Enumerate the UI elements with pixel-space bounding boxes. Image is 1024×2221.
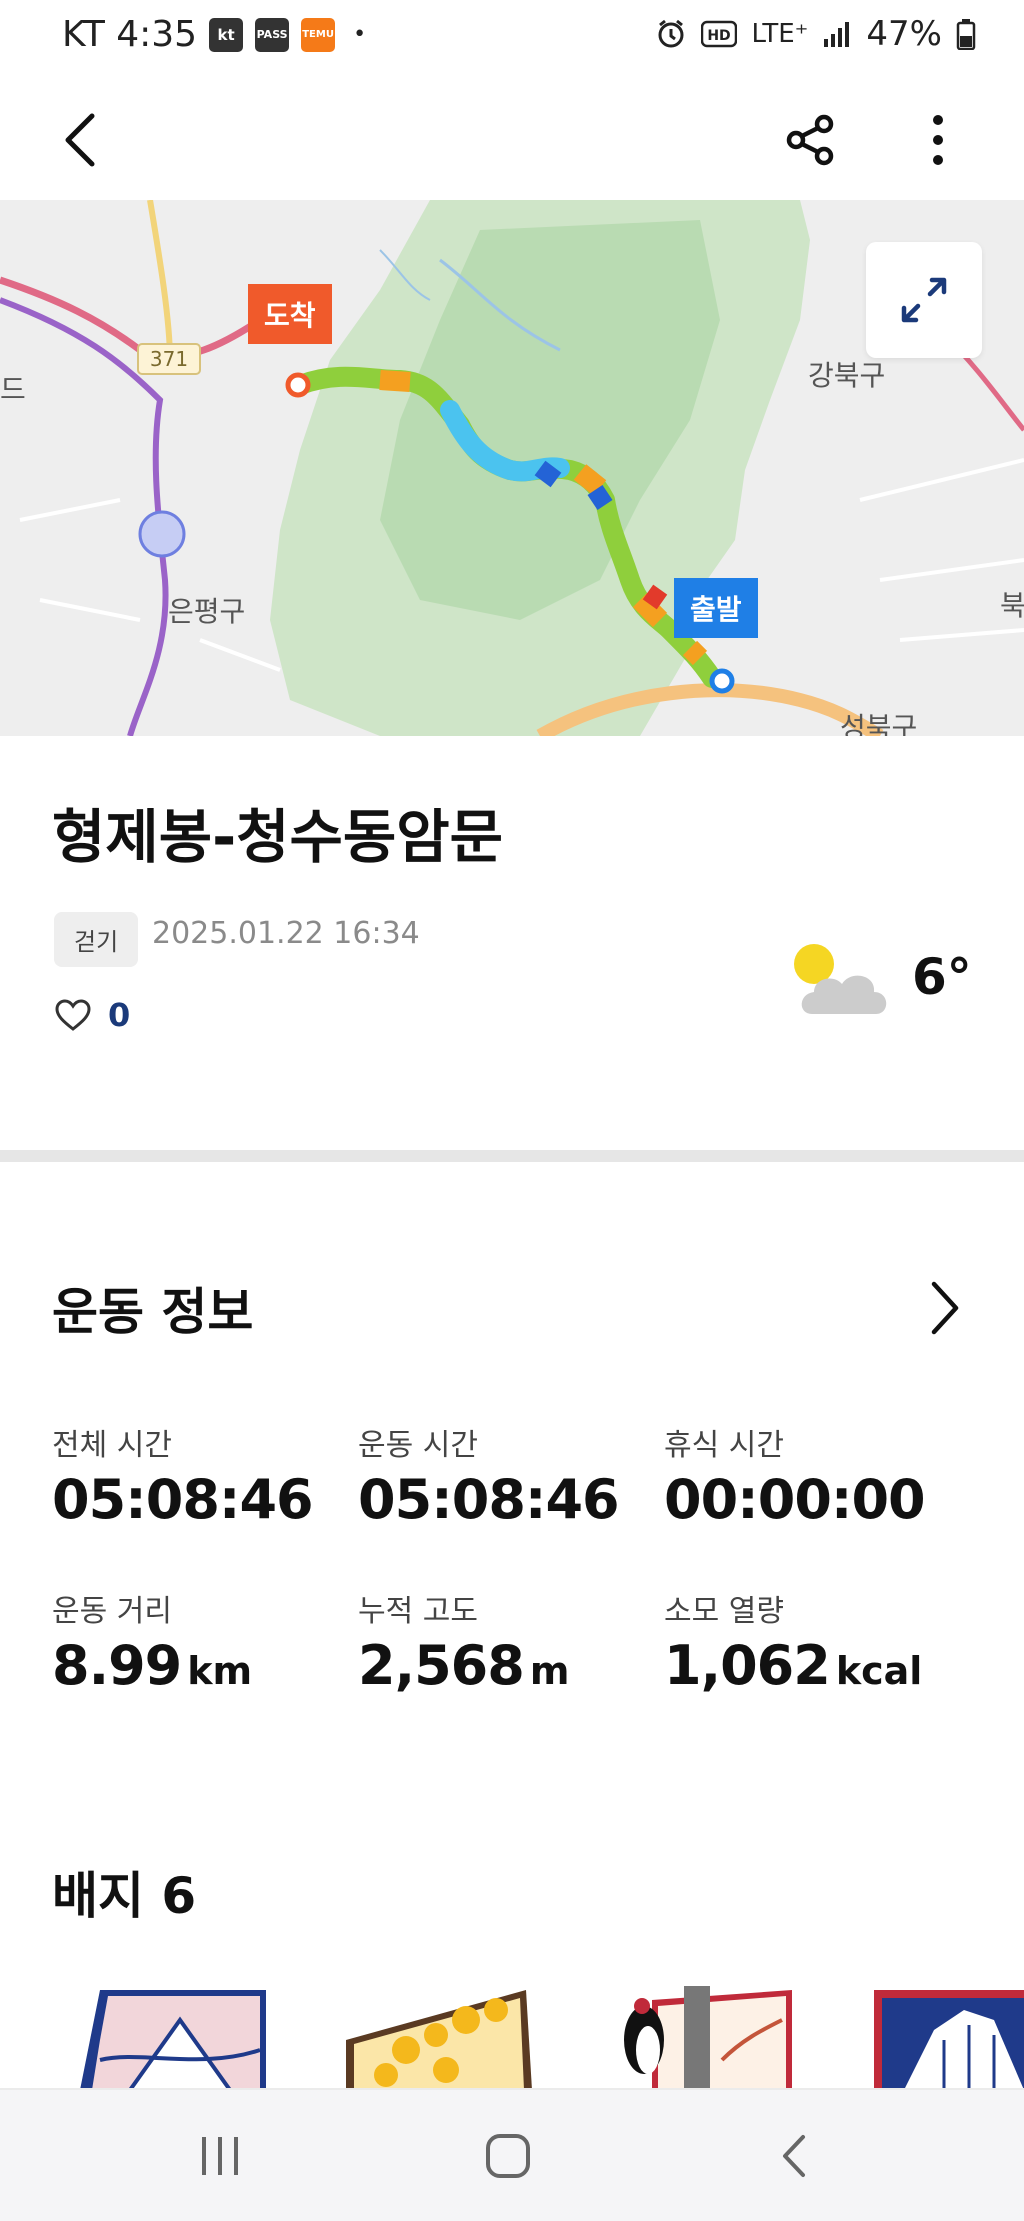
kt-icon: kt bbox=[209, 17, 244, 52]
status-bar: KT 4:35 kt PASS TEMU • HD LTE⁺ 47% bbox=[0, 0, 1024, 80]
back-button[interactable] bbox=[40, 100, 120, 180]
stat-value: 1,062 kcal bbox=[664, 1634, 964, 1697]
top-app-bar bbox=[0, 80, 1024, 200]
stat-label: 누적 고도 bbox=[358, 1594, 478, 1629]
map-label-gangbuk: 강북구 bbox=[808, 359, 886, 392]
end-marker: 도착 bbox=[248, 284, 332, 344]
badges-title: 배지 6 bbox=[52, 1867, 197, 1925]
stat-elevation: 누적 고도 2,568 m bbox=[358, 1586, 658, 1697]
stat-value: 8.99 km bbox=[52, 1634, 352, 1697]
alarm-icon bbox=[658, 19, 684, 48]
status-left: KT 4:35 kt PASS TEMU • bbox=[62, 14, 366, 55]
map-label-buk: 북 bbox=[1000, 589, 1024, 622]
stat-unit: kcal bbox=[835, 1649, 923, 1693]
stat-value: 05:08:46 bbox=[52, 1468, 352, 1531]
more-options-button[interactable] bbox=[898, 100, 978, 180]
stat-calories: 소모 열량 1,062 kcal bbox=[664, 1586, 964, 1697]
home-button[interactable] bbox=[408, 2090, 608, 2221]
recent-apps-button[interactable] bbox=[120, 2090, 320, 2221]
stat-exercise-time: 운동 시간 05:08:46 bbox=[358, 1420, 658, 1531]
temu-icon: TEMU bbox=[301, 17, 336, 52]
end-marker-label: 도착 bbox=[264, 299, 316, 332]
map-label-eunpyeong: 은평구 bbox=[168, 595, 246, 628]
battery-icon bbox=[956, 19, 976, 50]
signal-icon bbox=[824, 22, 850, 47]
stat-number: 05:08:46 bbox=[358, 1468, 620, 1531]
stat-label: 휴식 시간 bbox=[664, 1428, 784, 1463]
activity-title: 형제봉-청수동암문 bbox=[52, 803, 503, 871]
map-label-do: 드 bbox=[0, 373, 26, 406]
heart-icon bbox=[55, 999, 91, 1031]
share-icon bbox=[786, 114, 834, 166]
hd-icon: HD bbox=[701, 20, 738, 48]
svg-text:HD: HD bbox=[708, 28, 731, 44]
battery-level: 47% bbox=[866, 14, 942, 54]
road-number: 371 bbox=[150, 347, 188, 371]
start-point bbox=[709, 668, 735, 694]
start-marker: 출발 bbox=[674, 578, 758, 638]
exercise-info-title: 운동 정보 bbox=[52, 1283, 254, 1341]
status-right: HD LTE⁺ 47% bbox=[655, 14, 976, 54]
recent-apps-icon bbox=[202, 2136, 238, 2175]
temperature: 6° bbox=[912, 948, 972, 1006]
carrier-time: KT 4:35 bbox=[62, 14, 198, 55]
activity-type-tag: 걷기 bbox=[54, 912, 139, 967]
stat-value: 00:00:00 bbox=[664, 1468, 964, 1531]
stat-label: 운동 시간 bbox=[358, 1428, 478, 1463]
activity-datetime: 2025.01.22 16:34 bbox=[152, 916, 420, 951]
end-point bbox=[285, 372, 311, 398]
stat-label: 운동 거리 bbox=[52, 1594, 172, 1629]
stat-unit: km bbox=[187, 1649, 253, 1693]
badge-carousel[interactable] bbox=[0, 1980, 1024, 2090]
notification-dot: • bbox=[353, 22, 367, 47]
network-type: LTE⁺ bbox=[751, 19, 809, 49]
expand-icon bbox=[901, 277, 947, 323]
stat-distance: 운동 거리 8.99 km bbox=[52, 1586, 352, 1697]
more-vert-icon bbox=[933, 115, 943, 165]
expand-map-button[interactable] bbox=[866, 242, 982, 358]
share-button[interactable] bbox=[770, 100, 850, 180]
like-count: 0 bbox=[108, 996, 131, 1034]
home-icon bbox=[486, 2133, 530, 2178]
like-button[interactable]: 0 bbox=[54, 996, 130, 1034]
back-arrow-icon bbox=[65, 113, 95, 167]
station-icon bbox=[138, 510, 186, 558]
section-divider bbox=[0, 1150, 1024, 1162]
badge-forsythia[interactable] bbox=[346, 1980, 532, 2090]
system-nav-bar bbox=[0, 2088, 1024, 2221]
start-marker-label: 출발 bbox=[690, 593, 742, 626]
system-back-icon bbox=[783, 2134, 805, 2177]
stat-rest-time: 휴식 시간 00:00:00 bbox=[664, 1420, 964, 1531]
stat-total-time: 전체 시간 05:08:46 bbox=[52, 1420, 352, 1531]
stat-number: 00:00:00 bbox=[664, 1468, 926, 1531]
badge-rock-peak[interactable] bbox=[874, 1980, 1024, 2090]
map-label-seobuk: 성북구 bbox=[840, 711, 918, 736]
pass-icon: PASS bbox=[255, 17, 290, 52]
badge-pyramid[interactable] bbox=[80, 1980, 266, 2090]
chevron-right-icon bbox=[931, 1281, 959, 1335]
stat-value: 2,568 m bbox=[358, 1634, 658, 1697]
stat-label: 전체 시간 bbox=[52, 1428, 172, 1463]
activity-summary: 형제봉-청수동암문 걷기 2025.01.22 16:34 0 6° bbox=[0, 736, 1024, 1160]
stat-number: 1,062 bbox=[664, 1634, 831, 1697]
stat-value: 05:08:46 bbox=[358, 1468, 658, 1531]
stat-unit: m bbox=[529, 1649, 570, 1693]
stat-number: 05:08:46 bbox=[52, 1468, 314, 1531]
badge-woodpecker[interactable] bbox=[612, 1980, 798, 2090]
exercise-info-detail-button[interactable] bbox=[924, 1278, 964, 1342]
system-back-button[interactable] bbox=[694, 2090, 894, 2221]
stat-number: 2,568 bbox=[358, 1634, 525, 1697]
stat-label: 소모 열량 bbox=[664, 1594, 784, 1629]
route-segment-steep bbox=[642, 584, 668, 610]
stat-number: 8.99 bbox=[52, 1634, 182, 1697]
